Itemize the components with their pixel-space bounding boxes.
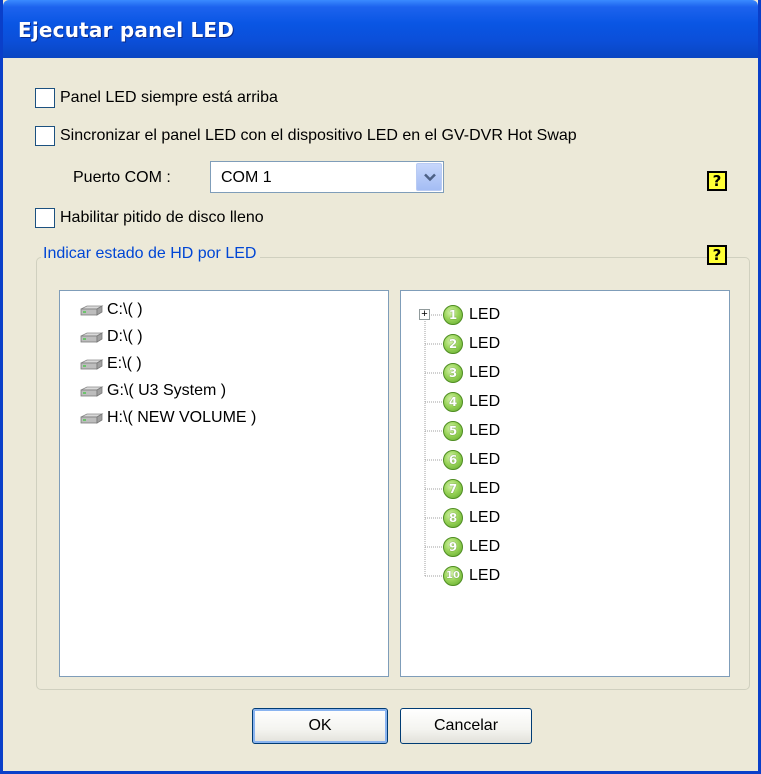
window-title: Ejecutar panel LED <box>18 18 235 42</box>
drive-icon <box>78 304 104 316</box>
sync-hotswap-checkbox[interactable] <box>35 126 55 146</box>
com-port-dropdown-button[interactable] <box>416 163 442 191</box>
list-item[interactable]: D:\( ) <box>78 328 143 346</box>
chevron-down-icon <box>424 173 436 182</box>
drive-label: C:\( ) <box>107 301 143 318</box>
led-label: LED <box>469 335 501 352</box>
sync-hotswap-option[interactable]: Sincronizar el panel LED con el disposit… <box>35 126 577 146</box>
tree-item-led-9[interactable]: 9 LED <box>443 537 500 557</box>
tree-item-led-3[interactable]: 3 LED <box>443 363 500 383</box>
led-number-icon: 8 <box>443 508 463 528</box>
led-label: LED <box>469 509 501 526</box>
led-label: LED <box>469 567 501 584</box>
disk-full-beep-option[interactable]: Habilitar pitido de disco lleno <box>35 208 264 228</box>
led-number-icon: 7 <box>443 479 463 499</box>
help-icon-hd[interactable]: ? <box>707 245 727 265</box>
sync-hotswap-label: Sincronizar el panel LED con el disposit… <box>60 127 577 144</box>
tree-lines <box>424 314 443 577</box>
help-icon-com[interactable]: ? <box>707 171 727 191</box>
tree-item-led-1[interactable]: 1 LED <box>443 305 500 325</box>
title-bar[interactable]: Ejecutar panel LED <box>3 0 758 58</box>
led-label: LED <box>469 538 501 555</box>
led-tree[interactable]: + 1 LED 2 LED 3 LED 4 LED 5 LED 6 LED 7 … <box>400 290 730 677</box>
list-item[interactable]: H:\( NEW VOLUME ) <box>78 409 256 427</box>
com-port-value: COM 1 <box>221 169 272 186</box>
tree-item-led-6[interactable]: 6 LED <box>443 450 500 470</box>
led-label: LED <box>469 393 501 410</box>
led-label: LED <box>469 306 501 323</box>
drive-label: G:\( U3 System ) <box>107 382 227 399</box>
cancel-button[interactable]: Cancelar <box>400 708 532 744</box>
led-label: LED <box>469 451 501 468</box>
led-number-icon: 2 <box>443 334 463 354</box>
expand-icon[interactable]: + <box>419 309 430 320</box>
led-label: LED <box>469 422 501 439</box>
list-item[interactable]: C:\( ) <box>78 301 143 319</box>
tree-item-led-8[interactable]: 8 LED <box>443 508 500 528</box>
drive-icon <box>78 358 104 370</box>
drive-icon <box>78 385 104 397</box>
tree-item-led-5[interactable]: 5 LED <box>443 421 500 441</box>
disk-full-beep-checkbox[interactable] <box>35 208 55 228</box>
com-port-select[interactable]: COM 1 <box>210 161 444 193</box>
hd-status-group-title: Indicar estado de HD por LED <box>41 245 261 263</box>
com-port-label: Puerto COM : <box>73 169 171 186</box>
led-number-icon: 3 <box>443 363 463 383</box>
led-number-icon: 4 <box>443 392 463 412</box>
drive-label: E:\( ) <box>107 355 142 372</box>
tree-item-led-7[interactable]: 7 LED <box>443 479 500 499</box>
disk-full-beep-label: Habilitar pitido de disco lleno <box>60 209 264 226</box>
led-label: LED <box>469 364 501 381</box>
tree-item-led-4[interactable]: 4 LED <box>443 392 500 412</box>
drive-icon <box>78 412 104 424</box>
led-number-icon: 5 <box>443 421 463 441</box>
led-number-icon: 1 <box>443 305 463 325</box>
always-on-top-option[interactable]: Panel LED siempre está arriba <box>35 88 278 108</box>
dialog-window: Ejecutar panel LED Panel LED siempre est… <box>0 0 761 774</box>
led-number-icon: 9 <box>443 537 463 557</box>
led-number-icon: 10 <box>443 566 463 586</box>
led-number-icon: 6 <box>443 450 463 470</box>
list-item[interactable]: G:\( U3 System ) <box>78 382 226 400</box>
drive-label: H:\( NEW VOLUME ) <box>107 409 257 426</box>
tree-item-led-2[interactable]: 2 LED <box>443 334 500 354</box>
ok-button[interactable]: OK <box>252 708 388 744</box>
tree-item-led-10[interactable]: 10 LED <box>443 566 500 586</box>
led-label: LED <box>469 480 501 497</box>
always-on-top-checkbox[interactable] <box>35 88 55 108</box>
drive-icon <box>78 331 104 343</box>
drives-list[interactable]: C:\( ) D:\( ) E:\( ) G:\( U3 System ) H:… <box>59 290 389 677</box>
drive-label: D:\( ) <box>107 328 143 345</box>
always-on-top-label: Panel LED siempre está arriba <box>60 89 278 106</box>
list-item[interactable]: E:\( ) <box>78 355 142 373</box>
